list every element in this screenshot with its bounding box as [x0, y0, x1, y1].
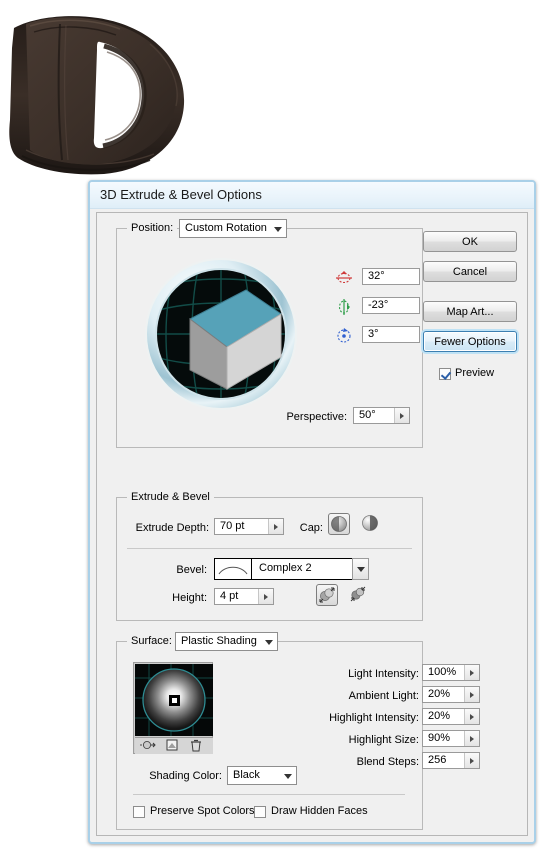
extrude-depth-input[interactable]: 70 pt [214, 518, 284, 535]
position-label: Position: [127, 222, 178, 234]
highlight-intensity-input[interactable]: 20% [422, 708, 480, 725]
preview-label: Preview [455, 367, 495, 379]
position-preset-value: Custom Rotation [185, 222, 267, 234]
position-group: Position: Custom Rotation 32° -23° 3° Pe… [116, 219, 423, 448]
chevron-down-icon [284, 774, 292, 779]
light-intensity-input[interactable]: 100% [422, 664, 480, 681]
surface-divider [133, 794, 405, 795]
extruded-letter-d-svg [9, 16, 185, 175]
highlight-size-stepper[interactable] [464, 731, 479, 746]
bevel-style-value: Complex 2 [259, 562, 312, 574]
blend-steps-stepper[interactable] [464, 753, 479, 768]
preserve-spot-colors-label: Preserve Spot Colors [150, 805, 255, 817]
extrude-depth-value: 70 pt [220, 520, 245, 532]
surface-shading-value: Plastic Shading [181, 635, 257, 647]
ambient-light-stepper[interactable] [464, 687, 479, 702]
light-sphere-preview[interactable] [135, 664, 213, 736]
bevel-extent-out-button[interactable] [316, 584, 338, 606]
blend-steps-input[interactable]: 256 [422, 752, 480, 769]
draw-hidden-faces-checkbox[interactable] [254, 806, 266, 818]
preserve-spot-colors-checkbox[interactable] [133, 806, 145, 818]
bevel-height-stepper[interactable] [258, 589, 273, 604]
chevron-down-icon [265, 640, 273, 645]
light-intensity-value: 100% [428, 666, 457, 678]
extrude-divider [127, 548, 412, 549]
rotation-trackball-widget[interactable] [135, 254, 307, 414]
move-light-button[interactable] [139, 737, 157, 753]
preview-checkbox[interactable] [439, 368, 451, 380]
rotate-z-axis-icon [335, 327, 353, 345]
light-intensity-label: Light Intensity: [348, 668, 419, 680]
extrude-depth-label: Extrude Depth: [135, 522, 209, 534]
bevel-shape-preview [215, 559, 252, 579]
cap-label: Cap: [299, 522, 323, 534]
surface-shading-dropdown[interactable]: Plastic Shading [175, 632, 278, 651]
bevel-extent-out-icon [319, 587, 335, 603]
delete-light-button[interactable] [187, 737, 205, 753]
move-light-icon [140, 740, 156, 750]
shading-color-value: Black [233, 769, 260, 781]
dialog-titlebar[interactable]: 3D Extrude & Bevel Options [90, 182, 534, 209]
shading-color-dropdown[interactable]: Black [227, 766, 297, 785]
rotation-z-value: 3° [368, 328, 379, 340]
bevel-label: Bevel: [176, 564, 207, 576]
perspective-input[interactable]: 50° [353, 407, 410, 424]
highlight-size-input[interactable]: 90% [422, 730, 480, 747]
ambient-light-value: 20% [428, 688, 451, 700]
rotation-y-value: -23° [368, 299, 389, 311]
rotation-x-input[interactable]: 32° [362, 268, 420, 285]
rotation-y-input[interactable]: -23° [362, 297, 420, 314]
ok-button[interactable]: OK [423, 231, 517, 252]
position-preset-dropdown[interactable]: Custom Rotation [179, 219, 287, 238]
extrude-bevel-group: Extrude & Bevel Extrude Depth: 70 pt Cap… [116, 491, 423, 621]
delete-light-icon [191, 739, 201, 752]
three-d-extrude-bevel-dialog: 3D Extrude & Bevel Options Position: Cus… [88, 180, 536, 844]
map-art-button[interactable]: Map Art... [423, 301, 517, 322]
highlight-size-label: Highlight Size: [348, 734, 419, 746]
bevel-height-value: 4 pt [220, 590, 239, 602]
highlight-intensity-stepper[interactable] [464, 709, 479, 724]
ambient-light-input[interactable]: 20% [422, 686, 480, 703]
bevel-height-input[interactable]: 4 pt [214, 588, 274, 605]
perspective-value: 50° [359, 409, 376, 421]
cancel-button[interactable]: Cancel [423, 261, 517, 282]
fewer-options-button[interactable]: Fewer Options [423, 331, 517, 352]
chevron-down-icon [274, 227, 282, 232]
highlight-intensity-value: 20% [428, 710, 451, 722]
bevel-height-label: Height: [172, 592, 207, 604]
bevel-chevron-down-icon[interactable] [352, 558, 369, 580]
artwork-canvas [0, 8, 215, 180]
shading-color-label: Shading Color: [149, 770, 222, 782]
dialog-title: 3D Extrude & Bevel Options [100, 187, 262, 202]
highlight-intensity-label: Highlight Intensity: [329, 712, 419, 724]
rotation-x-value: 32° [368, 270, 385, 282]
rotation-cube-svg [145, 258, 297, 410]
blend-steps-value: 256 [428, 754, 447, 766]
rotate-x-axis-icon [335, 269, 353, 287]
cap-solid-icon [331, 516, 347, 532]
new-light-icon [166, 739, 178, 751]
rotation-z-input[interactable]: 3° [362, 326, 420, 343]
light-preview-panel[interactable] [133, 662, 213, 754]
bevel-extent-in-button[interactable] [349, 585, 369, 605]
light-intensity-stepper[interactable] [464, 665, 479, 680]
cap-hollow-icon [362, 515, 378, 531]
extrude-bevel-legend: Extrude & Bevel [127, 491, 214, 503]
perspective-stepper[interactable] [394, 408, 409, 423]
ambient-light-label: Ambient Light: [348, 690, 419, 702]
dialog-body: Position: Custom Rotation 32° -23° 3° Pe… [96, 212, 528, 836]
surface-label: Surface: [127, 635, 176, 647]
cap-hollow-button[interactable] [361, 514, 381, 534]
rotate-y-axis-icon [335, 298, 353, 316]
perspective-label: Perspective: [286, 411, 347, 423]
surface-group: Surface: Plastic Shading Light Intensity… [116, 632, 480, 830]
bevel-style-dropdown[interactable]: Complex 2 [214, 558, 369, 580]
draw-hidden-faces-label: Draw Hidden Faces [271, 805, 368, 817]
new-light-button[interactable] [163, 737, 181, 753]
highlight-size-value: 90% [428, 732, 451, 744]
extrude-depth-stepper[interactable] [268, 519, 283, 534]
cap-solid-button[interactable] [328, 513, 350, 535]
bevel-extent-in-icon [350, 586, 366, 602]
